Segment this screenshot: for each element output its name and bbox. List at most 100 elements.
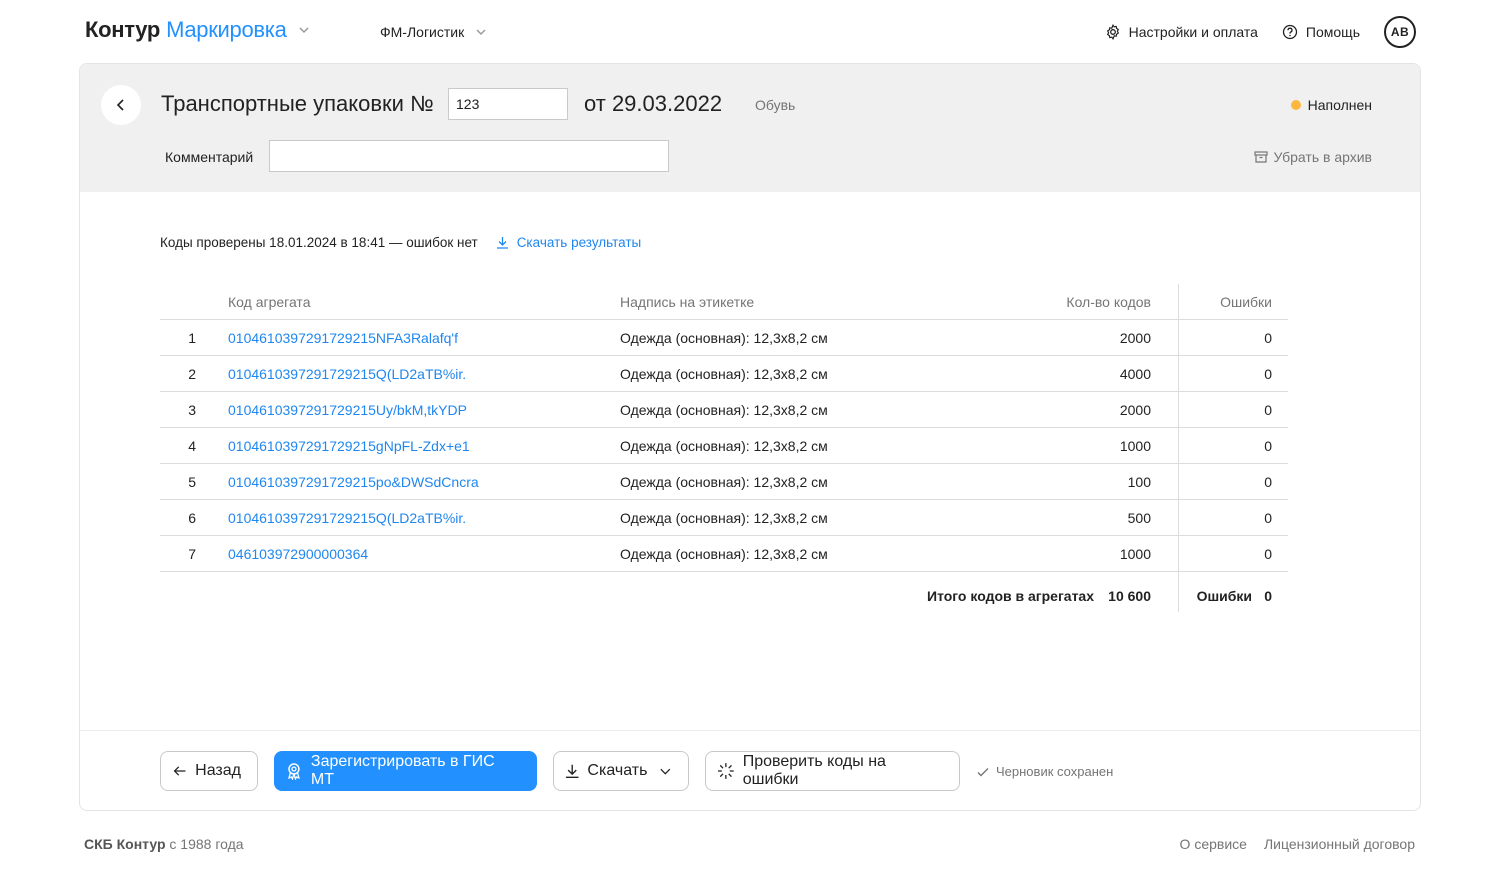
company-name: СКБ Контур: [84, 836, 166, 852]
errors-count: 0: [1264, 330, 1272, 346]
top-right-menu: Настройки и оплата Помощь АВ: [1105, 16, 1416, 48]
register-button[interactable]: Зарегистрировать в ГИС МТ: [274, 751, 537, 791]
status-dot-icon: [1290, 100, 1301, 110]
aggregate-code-link[interactable]: 0104610397291729215Q(LD2aTB%ir.: [228, 510, 466, 526]
label-text: Одежда (основная): 12,3х8,2 см: [620, 510, 828, 526]
draft-label: Черновик сохранен: [996, 764, 1114, 779]
aggregate-code-link[interactable]: 0104610397291729215gNpFL-Zdx+e1: [228, 438, 470, 454]
aggregate-code-link[interactable]: 0104610397291729215Uy/bkM,tkYDP: [228, 402, 467, 418]
label-text: Одежда (основная): 12,3х8,2 см: [620, 366, 828, 382]
column-header-qty[interactable]: Кол-во кодов: [1066, 294, 1151, 310]
page-title: Транспортные упаковки №: [161, 91, 434, 116]
check-result: Коды проверены 18.01.2024 в 18:41 — ошиб…: [160, 235, 641, 250]
label-text: Одежда (основная): 12,3х8,2 см: [620, 330, 828, 346]
row-index: 1: [188, 330, 196, 346]
check-codes-label: Проверить коды на ошибки: [742, 753, 886, 788]
footer-links: О сервисе Лицензионный договор: [1180, 836, 1415, 852]
copyright: СКБ Контур с 1988 года: [84, 836, 244, 852]
product-switcher[interactable]: Контур Маркировка: [85, 17, 311, 43]
table-row: 2 0104610397291729215Q(LD2aTB%ir. Одежда…: [160, 356, 1288, 392]
check-icon: [977, 767, 989, 776]
label-text: Одежда (основная): 12,3х8,2 см: [620, 546, 828, 562]
table-row: 7 046103972900000364 Одежда (основная): …: [160, 536, 1288, 572]
download-results-label: Скачать результаты: [516, 235, 642, 250]
column-header-code[interactable]: Код агрегата: [228, 294, 310, 310]
chevron-down-icon: [476, 29, 486, 36]
row-index: 7: [188, 546, 196, 562]
help-link[interactable]: Помощь: [1282, 24, 1360, 40]
total-errors-label: Ошибки: [1196, 588, 1252, 604]
back-button[interactable]: Назад: [160, 751, 258, 791]
settings-link[interactable]: Настройки и оплата: [1105, 24, 1258, 40]
company-since: с 1988 года: [165, 836, 244, 852]
back-arrow-button[interactable]: [101, 85, 141, 125]
brand-name: Контур: [85, 17, 161, 42]
download-icon: [565, 764, 579, 778]
document-number-input[interactable]: 123: [448, 88, 568, 120]
sparkle-icon: [717, 763, 734, 779]
comment-label: Комментарий: [165, 149, 254, 165]
table-totals: Итого кодов в агрегатах 10 600 Ошибки 0: [160, 572, 1288, 620]
errors-count: 0: [1264, 402, 1272, 418]
document-header: Транспортные упаковки № 123 от 29.03.202…: [80, 64, 1420, 192]
codes-count: 1000: [1119, 546, 1151, 562]
aggregate-code-link[interactable]: 0104610397291729215po&DWSdCncra: [228, 474, 479, 490]
total-codes-value: 10 600: [1108, 588, 1151, 604]
aggregate-code-link[interactable]: 0104610397291729215NFA3Ralafq'f: [228, 330, 458, 346]
download-results-link[interactable]: Скачать результаты: [496, 235, 642, 250]
organization-switcher[interactable]: ФМ-Логистик: [380, 24, 488, 40]
check-result-text: Коды проверены 18.01.2024 в 18:41 — ошиб…: [160, 235, 478, 250]
label-text: Одежда (основная): 12,3х8,2 см: [620, 474, 828, 490]
draft-status: Черновик сохранен: [976, 764, 1113, 779]
label-text: Одежда (основная): 12,3х8,2 см: [620, 402, 828, 418]
back-label: Назад: [195, 762, 241, 779]
chevron-down-icon: [660, 768, 671, 775]
settings-label: Настройки и оплата: [1128, 24, 1258, 40]
codes-count: 2000: [1119, 330, 1151, 346]
aggregate-code-link[interactable]: 0104610397291729215Q(LD2aTB%ir.: [228, 366, 466, 382]
avatar[interactable]: АВ: [1384, 16, 1416, 48]
row-index: 4: [188, 438, 196, 454]
codes-count: 2000: [1119, 402, 1151, 418]
document-date: от 29.03.2022: [584, 91, 723, 116]
row-index: 3: [188, 402, 196, 418]
table-header: Код агрегата Надпись на этикетке Кол-во …: [160, 284, 1288, 320]
row-index: 2: [188, 366, 196, 382]
total-errors-value: 0: [1264, 588, 1272, 604]
errors-count: 0: [1264, 510, 1272, 526]
total-codes-label: Итого кодов в агрегатах: [927, 588, 1094, 604]
table-row: 3 0104610397291729215Uy/bkM,tkYDP Одежда…: [160, 392, 1288, 428]
archive-button[interactable]: Убрать в архив: [1253, 149, 1372, 165]
chevron-down-icon: [299, 27, 309, 34]
codes-count: 500: [1127, 510, 1151, 526]
codes-count: 4000: [1119, 366, 1151, 382]
help-icon: [1282, 24, 1298, 40]
arrow-left-icon: [173, 766, 186, 776]
aggregates-table: Код агрегата Надпись на этикетке Кол-во …: [160, 284, 1288, 620]
row-index: 5: [188, 474, 196, 490]
download-dropdown-button[interactable]: Скачать: [553, 751, 689, 791]
badge-icon: [288, 763, 300, 780]
register-label: Зарегистрировать в ГИС МТ: [310, 753, 495, 788]
about-link[interactable]: О сервисе: [1180, 836, 1247, 852]
archive-label: Убрать в архив: [1273, 149, 1372, 165]
errors-count: 0: [1264, 546, 1272, 562]
chevron-left-icon: [116, 99, 124, 111]
errors-count: 0: [1264, 366, 1272, 382]
errors-count: 0: [1264, 474, 1272, 490]
license-link[interactable]: Лицензионный договор: [1264, 836, 1415, 852]
action-bar: Назад Зарегистрировать в ГИС МТ Скачать …: [80, 730, 1420, 810]
table-row: 1 0104610397291729215NFA3Ralafq'f Одежда…: [160, 320, 1288, 356]
help-label: Помощь: [1305, 24, 1360, 40]
product-name: Маркировка: [166, 17, 287, 42]
status-label: Наполнен: [1307, 97, 1372, 113]
row-index: 6: [188, 510, 196, 526]
column-header-label[interactable]: Надпись на этикетке: [620, 294, 754, 310]
check-codes-button[interactable]: Проверить коды на ошибки: [705, 751, 960, 791]
column-header-errors[interactable]: Ошибки: [1220, 294, 1272, 310]
product-category: Обувь: [755, 97, 796, 113]
archive-icon: [1253, 151, 1268, 163]
gear-icon: [1106, 24, 1119, 40]
aggregate-code-link[interactable]: 046103972900000364: [228, 546, 368, 562]
comment-input[interactable]: [269, 140, 669, 172]
